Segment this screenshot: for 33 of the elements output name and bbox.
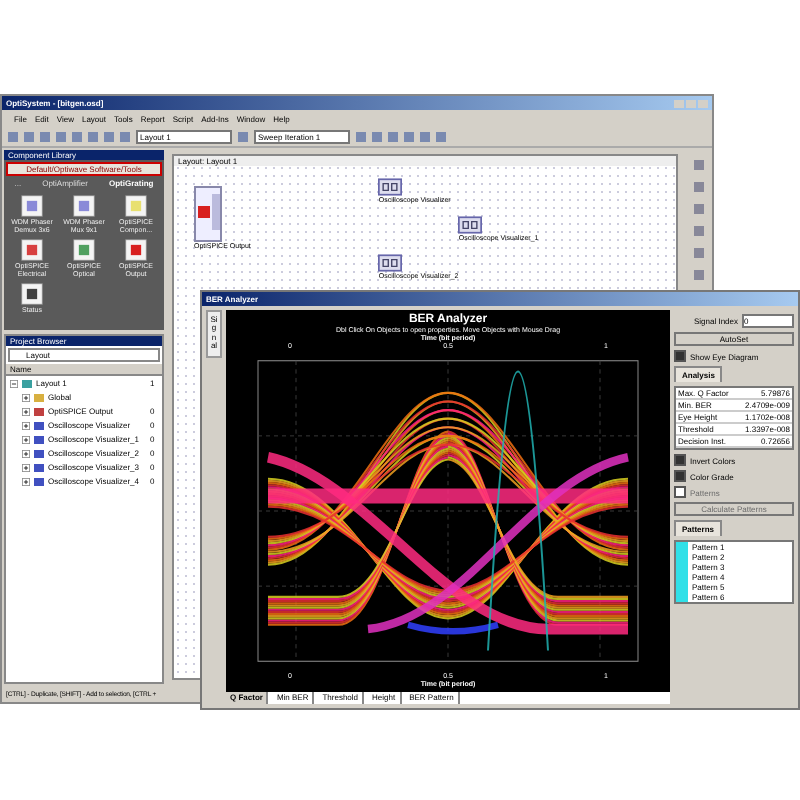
component-icon[interactable] xyxy=(72,238,96,262)
expand-icon[interactable] xyxy=(22,449,30,457)
tool-icon[interactable] xyxy=(693,226,703,236)
toolbar-icon[interactable] xyxy=(238,131,248,141)
close-icon[interactable] xyxy=(698,99,708,107)
component-icon[interactable] xyxy=(20,238,44,262)
tool-icon[interactable] xyxy=(693,204,703,214)
component-block[interactable] xyxy=(194,186,222,242)
layout-icon xyxy=(22,379,32,387)
oscilloscope-block[interactable] xyxy=(378,178,403,196)
tool-icon[interactable] xyxy=(693,248,703,258)
collapse-icon[interactable] xyxy=(10,379,18,387)
oscilloscope-block[interactable] xyxy=(378,254,403,272)
oscilloscope-block[interactable] xyxy=(458,216,483,234)
checkbox[interactable] xyxy=(674,454,686,466)
expand-icon[interactable] xyxy=(22,477,30,485)
maximize-icon[interactable] xyxy=(686,99,696,107)
checkbox[interactable] xyxy=(674,470,686,482)
expand-icon[interactable] xyxy=(22,435,30,443)
expand-icon[interactable] xyxy=(22,421,30,429)
tool-icon[interactable] xyxy=(693,270,703,280)
tool-icon[interactable] xyxy=(693,160,703,170)
expand-icon[interactable] xyxy=(22,407,30,415)
component-icon[interactable] xyxy=(72,194,96,218)
checkbox[interactable] xyxy=(674,350,686,362)
component-icon[interactable] xyxy=(124,238,148,262)
minimize-icon[interactable] xyxy=(674,99,684,107)
component-icon[interactable] xyxy=(20,282,44,306)
tool-icon[interactable] xyxy=(693,182,703,192)
expand-icon[interactable] xyxy=(22,463,30,471)
expand-icon[interactable] xyxy=(22,393,30,401)
component-icon[interactable] xyxy=(20,194,44,218)
component-icon[interactable] xyxy=(124,194,148,218)
